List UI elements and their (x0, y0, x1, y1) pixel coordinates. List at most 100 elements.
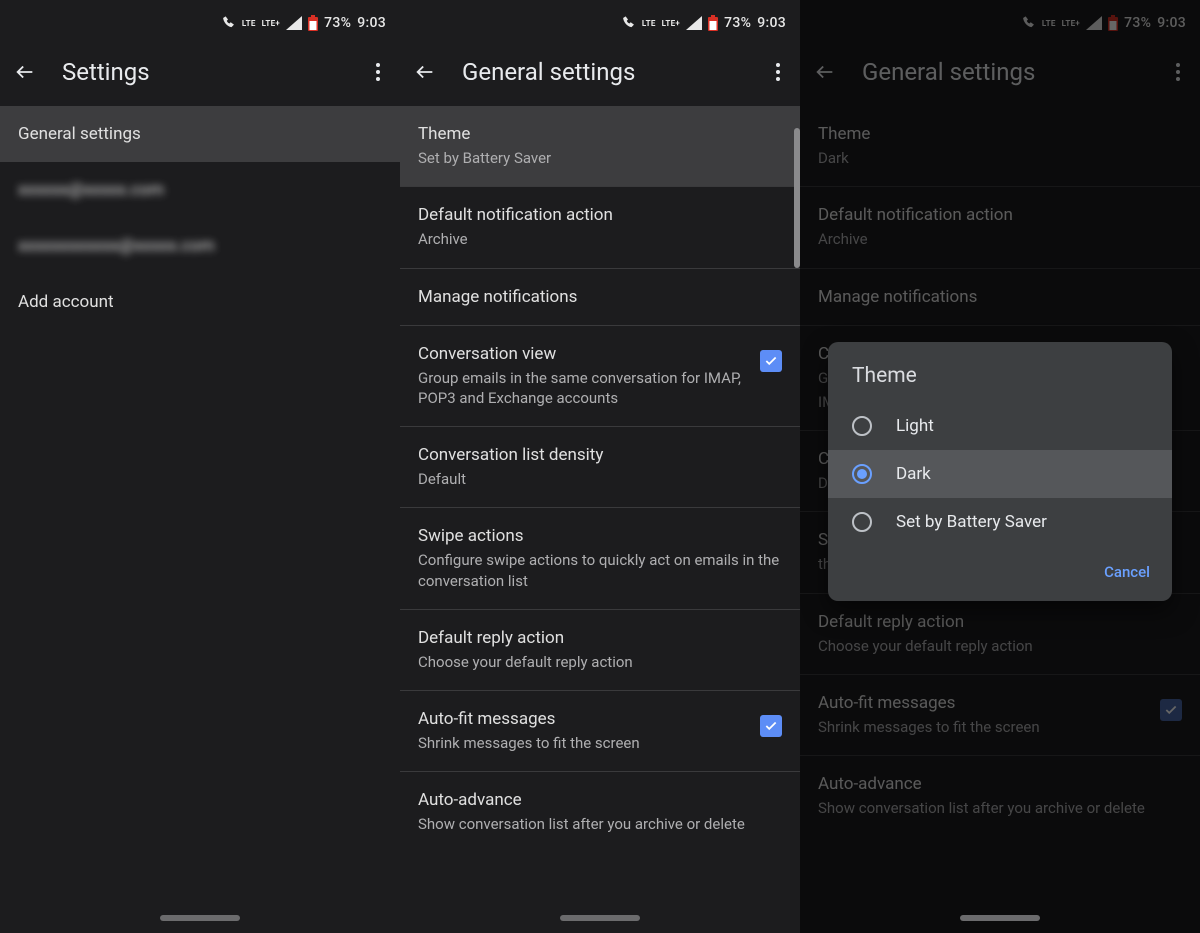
item-sub: Show conversation list after you archive… (418, 814, 782, 834)
option-label: Light (896, 416, 934, 436)
back-icon[interactable] (14, 61, 36, 83)
radio-selected-icon (852, 464, 872, 484)
page-title: General settings (462, 58, 770, 86)
dialog-actions: Cancel (828, 546, 1172, 601)
back-icon[interactable] (814, 61, 836, 83)
page-title: General settings (862, 58, 1170, 86)
option-label: Dark (896, 464, 931, 484)
status-bar: LTE LTE+ 73% 9:03 (800, 0, 1200, 42)
lte-indicator-1: LTE (1042, 19, 1056, 28)
lte-indicator-2: LTE+ (262, 19, 280, 28)
item-label: Default reply action (418, 628, 782, 648)
item-label: Default notification action (418, 205, 782, 225)
item-label: Add account (18, 292, 382, 312)
settings-list: General settings xxxxxx@xxxxx.com xxxxxx… (0, 106, 400, 330)
checkbox-checked-icon[interactable] (760, 715, 782, 737)
back-icon[interactable] (414, 61, 436, 83)
item-label: Auto-fit messages (418, 709, 746, 729)
item-auto-advance[interactable]: Auto-advance Show conversation list afte… (400, 772, 800, 852)
item-account[interactable]: xxxxxx@xxxxx.com (0, 162, 400, 218)
phone-theme-dialog: LTE LTE+ 73% 9:03 General settings Theme… (800, 0, 1200, 933)
battery-percent: 73% (724, 15, 751, 31)
status-bar: LTE LTE+ 73% 9:03 (400, 0, 800, 42)
battery-percent: 73% (324, 15, 351, 31)
item-sub: Dark (818, 148, 1182, 168)
item-conversation-view[interactable]: Conversation view Group emails in the sa… (400, 326, 800, 427)
theme-dialog: Theme Light Dark Set by Battery Saver Ca… (828, 342, 1172, 601)
battery-icon (1108, 15, 1118, 31)
theme-option-dark[interactable]: Dark (828, 450, 1172, 498)
item-sub: Group emails in the same conversation fo… (418, 368, 746, 409)
item-default-reply: Default reply action Choose your default… (800, 594, 1200, 674)
item-theme[interactable]: Theme Set by Battery Saver (400, 106, 800, 186)
item-theme: Theme Dark (800, 106, 1200, 186)
item-manage-notifications[interactable]: Manage notifications (400, 269, 800, 325)
navigation-pill[interactable] (560, 915, 640, 921)
item-label: Default reply action (818, 612, 1182, 632)
item-auto-fit[interactable]: Auto-fit messages Shrink messages to fit… (400, 691, 800, 771)
item-label: Theme (818, 124, 1182, 144)
item-sub: Choose your default reply action (418, 652, 782, 672)
item-notification-action: Default notification action Archive (800, 187, 1200, 267)
app-bar: General settings (800, 42, 1200, 106)
battery-icon (308, 15, 318, 31)
theme-option-battery-saver[interactable]: Set by Battery Saver (828, 498, 1172, 546)
clock: 9:03 (357, 15, 386, 31)
item-sub: Archive (818, 229, 1182, 249)
overflow-menu-icon[interactable] (770, 63, 786, 81)
radio-unselected-icon (852, 512, 872, 532)
item-notification-action[interactable]: Default notification action Archive (400, 187, 800, 267)
app-bar: Settings (0, 42, 400, 106)
cancel-button[interactable]: Cancel (1104, 563, 1150, 581)
theme-option-light[interactable]: Light (828, 402, 1172, 450)
item-label: Manage notifications (418, 287, 782, 307)
radio-unselected-icon (852, 416, 872, 436)
item-label: Manage notifications (818, 287, 1182, 307)
account-email: xxxxxxxxxxxx@xxxxx.com (18, 236, 382, 256)
item-manage-notifications: Manage notifications (800, 269, 1200, 325)
dialog-title: Theme (828, 342, 1172, 402)
item-auto-advance: Auto-advance Show conversation list afte… (800, 756, 1200, 836)
overflow-menu-icon[interactable] (370, 63, 386, 81)
checkbox-checked-icon[interactable] (760, 350, 782, 372)
item-swipe-actions[interactable]: Swipe actions Configure swipe actions to… (400, 508, 800, 609)
status-bar: LTE LTE+ 73% 9:03 (0, 0, 400, 42)
item-general-settings[interactable]: General settings (0, 106, 400, 162)
item-auto-fit: Auto-fit messages Shrink messages to fit… (800, 675, 1200, 755)
navigation-pill[interactable] (960, 915, 1040, 921)
item-account[interactable]: xxxxxxxxxxxx@xxxxx.com (0, 218, 400, 274)
signal-icon (1086, 16, 1102, 30)
item-sub: Choose your default reply action (818, 636, 1182, 656)
checkbox-checked-icon (1160, 699, 1182, 721)
item-sub: Show conversation list after you archive… (818, 798, 1182, 818)
item-label: Default notification action (818, 205, 1182, 225)
item-sub: Default (418, 469, 782, 489)
item-sub: Shrink messages to fit the screen (818, 717, 1146, 737)
signal-icon (686, 16, 702, 30)
item-list-density[interactable]: Conversation list density Default (400, 427, 800, 507)
item-label: Auto-fit messages (818, 693, 1146, 713)
lte-indicator-1: LTE (242, 19, 256, 28)
navigation-pill[interactable] (160, 915, 240, 921)
clock: 9:03 (1157, 15, 1186, 31)
item-label: General settings (18, 124, 382, 144)
item-default-reply[interactable]: Default reply action Choose your default… (400, 610, 800, 690)
app-bar: General settings (400, 42, 800, 106)
item-sub: Configure swipe actions to quickly act o… (418, 550, 782, 591)
call-wifi-icon (622, 16, 636, 30)
call-wifi-icon (222, 16, 236, 30)
item-label: Auto-advance (818, 774, 1182, 794)
lte-indicator-2: LTE+ (1062, 19, 1080, 28)
overflow-menu-icon[interactable] (1170, 63, 1186, 81)
battery-icon (708, 15, 718, 31)
general-settings-list: Theme Set by Battery Saver Default notif… (400, 106, 800, 853)
item-add-account[interactable]: Add account (0, 274, 400, 330)
item-label: Auto-advance (418, 790, 782, 810)
phone-general-settings: LTE LTE+ 73% 9:03 General settings Theme… (400, 0, 800, 933)
item-label: Conversation view (418, 344, 746, 364)
item-label: Theme (418, 124, 782, 144)
battery-percent: 73% (1124, 15, 1151, 31)
lte-indicator-2: LTE+ (662, 19, 680, 28)
clock: 9:03 (757, 15, 786, 31)
item-sub: Set by Battery Saver (418, 148, 782, 168)
